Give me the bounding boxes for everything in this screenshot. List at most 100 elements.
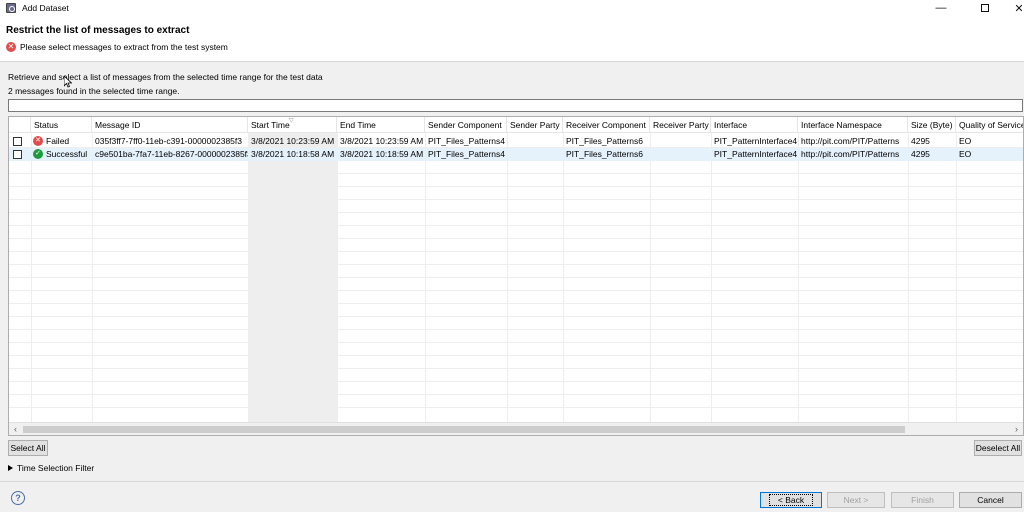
title-bar: Add Dataset — ✕: [0, 0, 1024, 16]
expand-triangle-icon: [8, 465, 13, 471]
grid-line: [9, 277, 1023, 278]
back-button-label: < Back: [768, 494, 814, 506]
window-title: Add Dataset: [22, 3, 69, 13]
table-row[interactable]: ✓ Successful c9e501ba-7fa7-11eb-8267-000…: [9, 148, 1023, 161]
maximize-icon: [981, 4, 989, 12]
grid-line: [9, 329, 1023, 330]
column-header-receiver-party[interactable]: Receiver Party: [650, 117, 711, 133]
scrollbar-thumb[interactable]: [23, 426, 905, 433]
cell-size: 4295: [911, 149, 930, 159]
cell-sender-party: [507, 148, 563, 161]
select-all-button[interactable]: Select All: [8, 440, 48, 456]
help-icon[interactable]: ?: [11, 491, 25, 505]
messages-table: Status Message ID Start Time End Time Se…: [8, 116, 1024, 436]
grid-line: [9, 264, 1023, 265]
error-icon: ✕: [6, 42, 16, 52]
column-header-sender-component[interactable]: Sender Component: [425, 117, 507, 133]
filter-input[interactable]: [8, 99, 1023, 112]
cell-start-time: 3/8/2021 10:23:59 AM: [251, 136, 335, 146]
grid-line: [9, 251, 1023, 252]
grid-line: [650, 133, 651, 423]
cell-receiver-component: PIT_Files_Patterns6: [566, 149, 644, 159]
horizontal-scrollbar[interactable]: ‹ ›: [9, 422, 1023, 435]
grid-line: [9, 212, 1023, 213]
grid-line: [9, 381, 1023, 382]
cell-sender-component: PIT_Files_Patterns4: [428, 136, 506, 146]
cell-interface: PIT_PatternInterface4: [714, 149, 798, 159]
grid-line: [798, 133, 799, 423]
cell-status: Failed: [46, 136, 70, 146]
grid-line: [507, 133, 508, 423]
column-header-quality-of-service[interactable]: Quality of Service: [956, 117, 1023, 133]
grid-line: [9, 238, 1023, 239]
error-message: ✕ Please select messages to extract from…: [6, 42, 228, 52]
description-line-2: 2 messages found in the selected time ra…: [8, 86, 180, 96]
error-message-text: Please select messages to extract from t…: [20, 42, 228, 52]
grid-line: [956, 133, 957, 423]
description-line-1: Retrieve and select a list of messages f…: [8, 72, 323, 82]
grid-line: [908, 133, 909, 423]
cancel-button[interactable]: Cancel: [959, 492, 1022, 508]
cell-size: 4295: [911, 136, 930, 146]
column-header-sender-party[interactable]: Sender Party: [507, 117, 563, 133]
next-button[interactable]: Next >: [827, 492, 885, 508]
cell-message-id: c9e501ba-7fa7-11eb-8267-0000002385f3: [95, 149, 248, 159]
grid-line: [9, 303, 1023, 304]
cell-receiver-party: [650, 135, 711, 148]
column-header-receiver-component[interactable]: Receiver Component: [563, 117, 650, 133]
app-icon: [6, 3, 16, 13]
grid-line: [9, 368, 1023, 369]
scroll-right-icon[interactable]: ›: [1010, 423, 1023, 435]
grid-line: [9, 342, 1023, 343]
grid-line: [9, 225, 1023, 226]
success-icon: ✓: [33, 149, 43, 159]
column-header-select[interactable]: [9, 117, 31, 133]
grid-line: [31, 133, 32, 423]
grid-line: [9, 186, 1023, 187]
finish-button[interactable]: Finish: [891, 492, 954, 508]
cell-sender-component: PIT_Files_Patterns4: [428, 149, 506, 159]
wizard-header: Restrict the list of messages to extract…: [0, 16, 1024, 62]
grid-line: [248, 133, 249, 423]
deselect-all-button[interactable]: Deselect All: [974, 440, 1022, 456]
minimize-button[interactable]: —: [918, 0, 964, 16]
cell-receiver-component: PIT_Files_Patterns6: [566, 136, 644, 146]
grid-line: [337, 133, 338, 423]
footer-separator: [0, 481, 1024, 482]
sort-descending-icon: ▽: [289, 118, 294, 124]
column-header-message-id[interactable]: Message ID: [92, 117, 248, 133]
scroll-left-icon[interactable]: ‹: [9, 423, 22, 435]
grid-line: [9, 394, 1023, 395]
row-checkbox[interactable]: [13, 137, 22, 146]
time-selection-filter-toggle[interactable]: Time Selection Filter: [8, 463, 94, 473]
column-header-end-time[interactable]: End Time: [337, 117, 425, 133]
mouse-cursor-icon: [64, 76, 72, 88]
column-header-size[interactable]: Size (Byte): [908, 117, 956, 133]
page-title: Restrict the list of messages to extract: [6, 25, 190, 36]
column-header-interface-namespace[interactable]: Interface Namespace: [798, 117, 908, 133]
cell-interface-namespace: http://pit.com/PIT/Patterns: [801, 149, 900, 159]
error-icon: ✕: [33, 136, 43, 146]
table-header: Status Message ID Start Time End Time Se…: [9, 117, 1023, 133]
grid-line: [9, 316, 1023, 317]
cell-start-time: 3/8/2021 10:18:58 AM: [251, 149, 335, 159]
cell-end-time: 3/8/2021 10:18:59 AM: [340, 149, 424, 159]
column-header-interface[interactable]: Interface: [711, 117, 798, 133]
table-row[interactable]: ✕ Failed 035f3ff7-7ff0-11eb-c391-0000002…: [9, 135, 1023, 148]
grid-line: [563, 133, 564, 423]
grid-line: [425, 133, 426, 423]
time-selection-filter-label: Time Selection Filter: [17, 463, 95, 473]
close-button[interactable]: ✕: [996, 0, 1024, 16]
row-checkbox[interactable]: [13, 150, 22, 159]
cell-interface: PIT_PatternInterface4: [714, 136, 798, 146]
grid-line: [9, 290, 1023, 291]
grid-line: [9, 407, 1023, 408]
cell-sender-party: [507, 135, 563, 148]
cell-quality-of-service: EO: [959, 136, 972, 146]
grid-line: [9, 173, 1023, 174]
grid-line: [9, 355, 1023, 356]
back-button[interactable]: < Back: [760, 492, 822, 508]
column-header-status[interactable]: Status: [31, 117, 92, 133]
cell-quality-of-service: EO: [959, 149, 972, 159]
grid-line: [711, 133, 712, 423]
